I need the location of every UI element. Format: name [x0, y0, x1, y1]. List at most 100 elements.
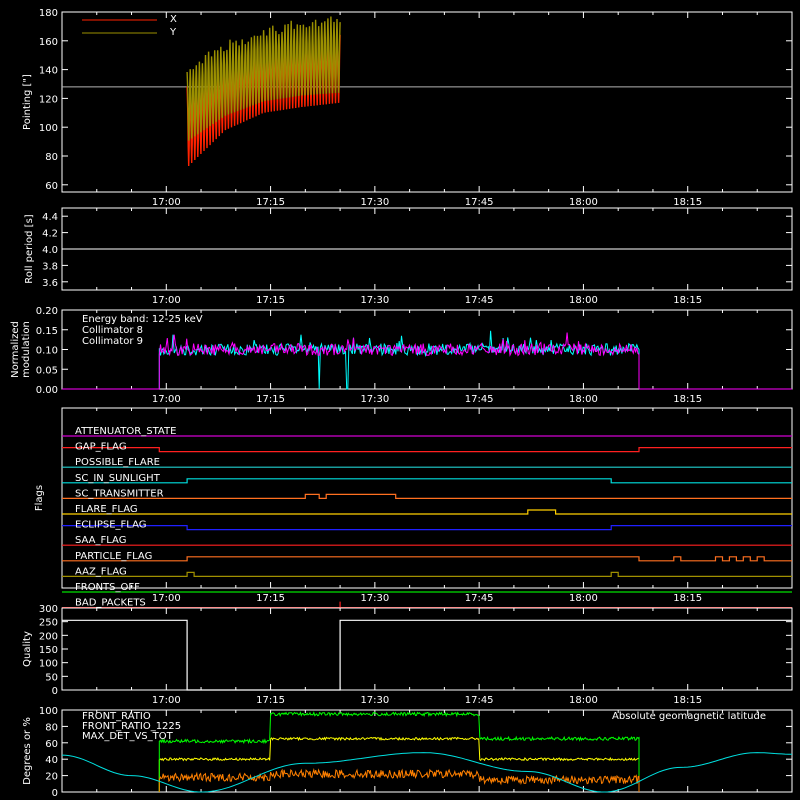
modulation-ytick-label: 0.15: [36, 326, 58, 337]
pointing-ytick-label: 140: [39, 66, 58, 77]
geo-series-front-ratio: [158, 736, 640, 792]
flag-label-aaz-flag: AAZ_FLAG: [75, 566, 127, 577]
roll-xtick-label: 18:00: [569, 295, 598, 306]
pointing-ytick-label: 180: [39, 8, 58, 19]
quality-ytick-label: 250: [39, 618, 58, 629]
pointing-xtick-label: 17:30: [360, 197, 389, 208]
quality-xtick-label: 17:00: [152, 695, 181, 706]
roll-xtick-label: 17:15: [256, 295, 285, 306]
quality-ytick-label: 100: [39, 659, 58, 670]
modulation-xtick-label: 18:00: [569, 394, 598, 405]
flag-label-particle-flag: PARTICLE_FLAG: [75, 551, 152, 562]
geo-legend-geomagnetic-latitude: Absolute geomagnetic latitude: [612, 711, 766, 722]
flag-label-bad-packets: BAD_PACKETS: [75, 598, 146, 609]
pointing-xtick-label: 17:45: [465, 197, 494, 208]
roll-xtick-label: 17:00: [152, 295, 181, 306]
pointing-ytick-label: 80: [45, 152, 58, 163]
roll-ytick-label: 4.4: [42, 212, 58, 223]
flag-label-saa-flag: SAA_FLAG: [75, 535, 126, 546]
flag-line-aaz-flag: [62, 571, 792, 577]
quality-xtick-label: 17:45: [465, 695, 494, 706]
chart-canvas: 60 80 100 120 140 160 180 17:00 17:15 17:30 17:45 1…: [0, 0, 800, 800]
modulation-series-collimator-8: [158, 330, 640, 390]
modulation-ylabel-2: modulation: [21, 321, 32, 378]
roll-ytick-label: 3.6: [42, 278, 58, 289]
pointing-ytick-label: 100: [39, 123, 58, 134]
quality-ytick-label: 150: [39, 645, 58, 656]
pointing-xtick-label: 18:00: [569, 197, 598, 208]
roll-ylabel: Roll period [s]: [24, 214, 35, 283]
modulation-ytick-label: 0.20: [36, 306, 58, 317]
modulation-annotation: Energy band: 12-25 keV: [82, 314, 203, 325]
flag-line-eclipse-flag: [62, 525, 792, 531]
geo-series-max-det-vs-tot: [158, 768, 640, 792]
roll-xtick-label: 18:15: [673, 295, 702, 306]
pointing-frame: [61, 11, 793, 193]
flag-line-sc-transmitter: [62, 493, 792, 499]
pointing-xtick-label: 17:00: [152, 197, 181, 208]
modulation-ytick-label: 0.00: [36, 385, 58, 396]
flag-label-fronts-off: FRONTS_OFF: [75, 582, 140, 593]
flags-xtick-label: 17:00: [152, 593, 181, 604]
flag-line-particle-flag: [62, 556, 792, 562]
pointing-xtick-label: 17:15: [256, 197, 285, 208]
roll-ytick-label: 4.0: [42, 245, 58, 256]
chart-svg: 60 80 100 120 140 160 180 17:00 17:15 17:30 17:45 1…: [10, 8, 793, 799]
geo-ylabel: Degrees or %: [22, 717, 33, 785]
geo-legend-max-det-vs-tot: MAX_DET_VS_TOT: [82, 731, 174, 742]
roll-ytick-label: 3.8: [42, 261, 58, 272]
flags-xtick-label: 18:00: [569, 593, 598, 604]
flags-xtick-label: 17:45: [465, 593, 494, 604]
flags-xtick-label: 18:15: [673, 593, 702, 604]
modulation-xtick-label: 17:00: [152, 394, 181, 405]
quality-xtick-label: 17:15: [256, 695, 285, 706]
roll-xtick-label: 17:30: [360, 295, 389, 306]
quality-ytick-label: 200: [39, 631, 58, 642]
modulation-xtick-label: 17:30: [360, 394, 389, 405]
modulation-legend-label-collimator-9: Collimator 9: [82, 336, 143, 347]
quality-series: [62, 619, 792, 691]
geo-ytick-label: 40: [45, 755, 58, 766]
flag-label-gap-flag: GAP_FLAG: [75, 442, 127, 453]
modulation-ytick-label: 0.10: [36, 346, 58, 357]
quality-ylabel: Quality: [22, 631, 33, 667]
modulation-ylabel: Normalized: [10, 321, 21, 378]
flag-line-gap-flag: [62, 447, 792, 453]
quality-xtick-label: 17:30: [360, 695, 389, 706]
roll-xtick-label: 17:45: [465, 295, 494, 306]
modulation-legend-label-collimator-8: Collimator 8: [82, 325, 143, 336]
pointing-xtick-label: 18:15: [673, 197, 702, 208]
quality-ytick-label: 50: [45, 672, 58, 683]
quality-xtick-label: 18:15: [673, 695, 702, 706]
pointing-ytick-label: 60: [45, 181, 58, 192]
modulation-xtick-label: 17:45: [465, 394, 494, 405]
pointing-ytick-label: 120: [39, 94, 58, 105]
pointing-legend-label-Y: Y: [169, 27, 177, 38]
geo-ytick-label: 80: [45, 722, 58, 733]
modulation-series-collimator-9: [158, 332, 640, 389]
flag-label-eclipse-flag: ECLIPSE_FLAG: [75, 520, 146, 531]
geo-ytick-label: 100: [39, 706, 58, 717]
modulation-xtick-label: 17:15: [256, 394, 285, 405]
modulation-ytick-label: 0.05: [36, 365, 58, 376]
quality-ytick-label: 300: [39, 604, 58, 615]
flag-label-sc-in-sunlight: SC_IN_SUNLIGHT: [75, 473, 161, 484]
quality-ytick-label: 0: [52, 686, 58, 697]
flag-label-flare-flag: FLARE_FLAG: [75, 504, 138, 515]
flags-ylabel: Flags: [34, 485, 45, 511]
geo-ytick-label: 0: [52, 788, 58, 799]
flag-label-attenuator-state: ATTENUATOR_STATE: [75, 426, 176, 437]
flag-line-sc-in-sunlight: [62, 478, 792, 484]
roll-ytick-label: 4.2: [42, 229, 58, 240]
flags-xtick-label: 17:30: [360, 593, 389, 604]
pointing-ylabel: Pointing ["]: [22, 74, 33, 130]
quality-xtick-label: 18:00: [569, 695, 598, 706]
flag-line-flare-flag: [62, 509, 792, 515]
flags-xtick-label: 17:15: [256, 593, 285, 604]
geo-ytick-label: 20: [45, 772, 58, 783]
modulation-xtick-label: 18:15: [673, 394, 702, 405]
flag-label-sc-transmitter: SC_TRANSMITTER: [75, 488, 164, 499]
geo-ytick-label: 60: [45, 739, 58, 750]
pointing-legend-label-X: X: [170, 14, 177, 25]
pointing-ytick-label: 160: [39, 37, 58, 48]
